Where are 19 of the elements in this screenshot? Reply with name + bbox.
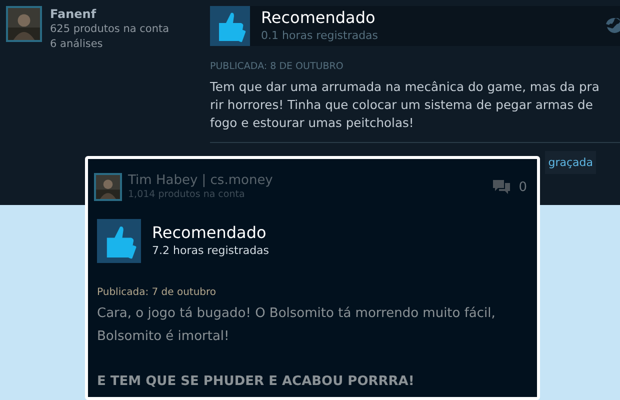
verdict-title: Recomendado [261, 8, 376, 28]
review-text: Tem que dar uma arrumada na mecânica do game, mas da pra rir horrores! Tinha que colocar um sistema de pegar armas de fogo e estourar umas peitcholas! [210, 79, 600, 132]
product-count: 625 produtos na conta [50, 22, 170, 37]
funny-button[interactable]: graçada [545, 151, 596, 174]
review-text: Cara, o jogo tá bugado! O Bolsomito tá morrendo muito fácil, Bolsomito é imortal! [97, 305, 496, 346]
thumbs-up-icon [210, 6, 250, 46]
product-count: 1,014 produtos na conta [128, 189, 246, 201]
hours-played: 0.1 horas registradas [261, 28, 380, 44]
review-text: E TEM QUE SE PHUDER E ACABOU PORRRA! [97, 373, 416, 391]
comment-count: 0 [518, 180, 527, 194]
review-count: 6 análises [50, 37, 104, 52]
thumbs-up-icon [97, 219, 141, 263]
post-date: PUBLICADA: 8 DE OUTUBRO [210, 61, 344, 72]
post-date: Publicada: 7 de outubro [97, 287, 218, 298]
user-name[interactable]: Fanenf [50, 6, 170, 22]
verdict-title: Recomendado [152, 223, 268, 243]
hours-played: 7.2 horas registradas [152, 243, 270, 259]
steam-icon [606, 18, 620, 34]
comment-icon[interactable] [492, 179, 510, 195]
